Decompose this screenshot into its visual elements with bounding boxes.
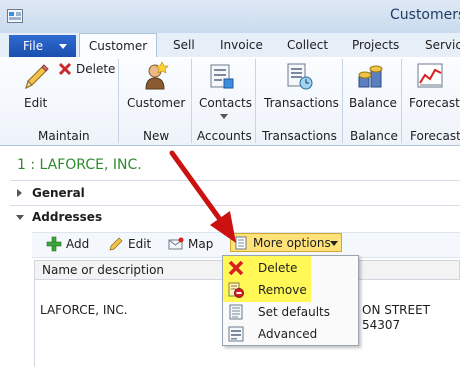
group-divider (191, 59, 192, 143)
fasttab-addresses[interactable]: Addresses (32, 210, 102, 224)
menu-item-remove-label: Remove (258, 283, 307, 297)
balance-coins-icon (358, 65, 383, 88)
delete-x-icon (228, 260, 244, 276)
menu-item-set-defaults-label: Set defaults (258, 305, 330, 319)
menu-item-advanced-label: Advanced (258, 327, 318, 341)
record-title: 1 : LAFORCE, INC. (17, 157, 142, 173)
red-arrow-annotation (169, 150, 236, 243)
balance-button[interactable]: Balance (346, 60, 400, 120)
contacts-button[interactable]: Contacts (196, 60, 252, 124)
tab-sell[interactable]: Sell (173, 33, 195, 57)
group-divider (342, 59, 343, 143)
menu-item-set-defaults[interactable]: Set defaults (224, 302, 358, 322)
chevron-down-icon (220, 114, 228, 119)
tab-service[interactable]: Service (425, 33, 460, 57)
contacts-card-icon (210, 64, 234, 89)
contacts-label: Contacts (199, 96, 252, 110)
transactions-icon (287, 63, 313, 90)
tab-invoice[interactable]: Invoice (220, 33, 263, 57)
fasttab-general[interactable]: General (32, 186, 85, 200)
chevron-down-icon (59, 44, 67, 49)
transactions-button[interactable]: Transactions (260, 60, 340, 120)
forecast-label: Forecast (409, 96, 460, 110)
group-label-transactions: Transactions (262, 129, 337, 143)
tab-projects[interactable]: Projects (352, 33, 399, 57)
customer-icon (145, 61, 169, 90)
delete-x-icon (58, 62, 72, 76)
edit-button-label: Edit (24, 96, 48, 110)
collapse-arrow-icon[interactable] (16, 215, 24, 220)
menu-item-advanced[interactable]: Advanced (224, 324, 358, 344)
table-row-name[interactable]: LAFORCE, INC. (40, 303, 128, 317)
new-customer-button[interactable]: Customer (124, 60, 186, 120)
group-label-accounts: Accounts (197, 129, 252, 143)
group-label-forecast: Forecast (410, 129, 460, 143)
add-plus-icon (46, 236, 62, 252)
forecast-chart-icon (417, 63, 443, 88)
menu-item-delete[interactable]: Delete (224, 258, 358, 278)
group-label-new: New (143, 129, 170, 143)
file-tab[interactable]: File (9, 35, 76, 57)
set-defaults-icon (229, 304, 243, 320)
column-header-name[interactable]: Name or description (42, 263, 164, 277)
menu-item-delete-label: Delete (258, 261, 298, 275)
group-label-balance: Balance (350, 129, 398, 143)
table-row-address-line2: 54307 (362, 318, 401, 332)
tab-collect[interactable]: Collect (287, 33, 328, 57)
chevron-down-icon (330, 241, 338, 246)
edit-button[interactable]: Edit (14, 60, 58, 120)
group-divider (255, 59, 256, 143)
app-icon (7, 9, 23, 23)
group-divider (118, 59, 119, 143)
transactions-label: Transactions (264, 96, 339, 110)
more-options-label: More options (253, 236, 331, 250)
pencil-icon (109, 237, 123, 251)
expand-arrow-icon[interactable] (17, 189, 22, 197)
file-tab-label: File (23, 39, 44, 53)
forecast-button[interactable]: Forecast (405, 60, 460, 120)
tab-customer[interactable]: Customer (79, 33, 157, 58)
window-title: Customers (390, 7, 460, 23)
edit-address-label: Edit (128, 237, 152, 251)
add-address-label: Add (66, 237, 90, 251)
delete-button[interactable]: Delete (58, 61, 118, 79)
remove-record-icon (228, 282, 244, 298)
pencil-icon (25, 64, 49, 89)
group-label-maintain: Maintain (38, 129, 90, 143)
advanced-filter-icon (228, 326, 244, 342)
menu-item-remove[interactable]: Remove (224, 280, 358, 300)
new-customer-label: Customer (127, 96, 186, 110)
delete-button-label: Delete (76, 62, 116, 76)
group-divider (401, 59, 402, 143)
balance-label: Balance (349, 96, 397, 110)
table-row-address-line1: ON STREET (362, 303, 431, 317)
